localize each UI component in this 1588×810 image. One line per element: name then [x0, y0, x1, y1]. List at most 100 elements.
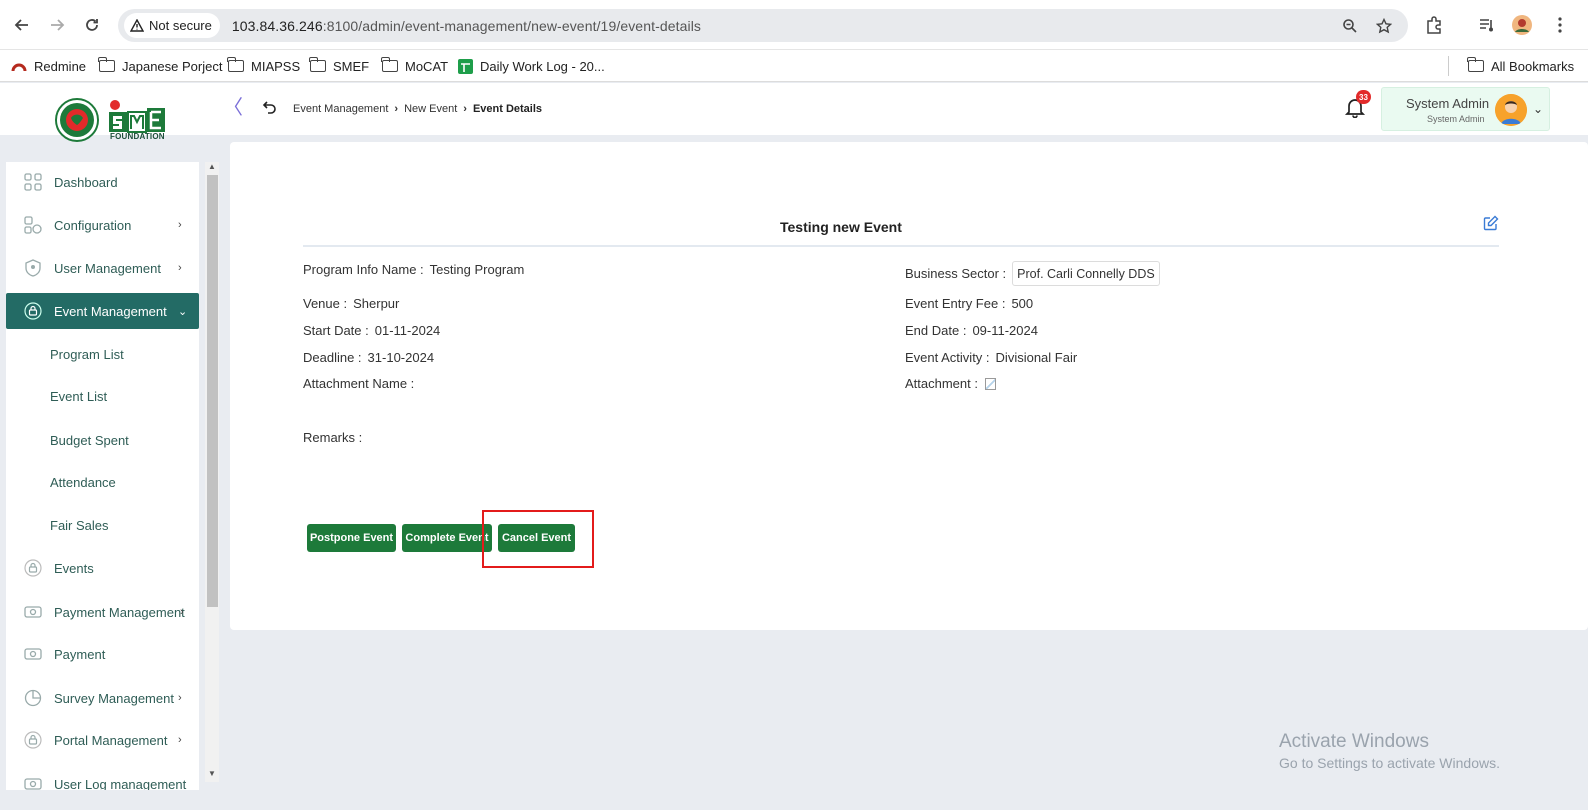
money-icon — [24, 606, 42, 618]
sidebar-item-user-management[interactable]: User Management › — [6, 250, 199, 286]
sme-foundation-logo: FOUNDATION — [55, 96, 170, 144]
redmine-icon — [11, 63, 27, 72]
chevron-right-icon: › — [178, 734, 182, 746]
breadcrumb-new-event[interactable]: New Event — [404, 103, 457, 115]
attachment-field: Attachment : — [905, 376, 996, 391]
attachment-name-field: Attachment Name : — [303, 376, 415, 391]
user-name: System Admin — [1406, 96, 1490, 111]
business-sector-value: Prof. Carli Connelly DDS — [1012, 261, 1160, 286]
user-menu[interactable]: System Admin System Admin ⌄ — [1381, 87, 1550, 131]
user-role: System Admin — [1427, 114, 1485, 124]
folder-icon — [1467, 57, 1484, 72]
extensions-icon[interactable] — [1424, 15, 1444, 35]
deadline-value: 31-10-2024 — [367, 350, 435, 365]
sidebar: Dashboard Configuration › User Managemen… — [6, 162, 199, 790]
security-chip[interactable]: Not secure — [124, 13, 220, 38]
lock-icon — [24, 302, 42, 320]
folder-icon — [227, 57, 244, 72]
breadcrumb-event-details: Event Details — [472, 103, 543, 115]
forward-arrow-icon[interactable] — [45, 13, 69, 37]
sidebar-item-configuration[interactable]: Configuration › — [6, 207, 199, 243]
url-text: 103.84.36.246:8100/admin/event-managemen… — [231, 17, 702, 34]
complete-event-button[interactable]: Complete Event — [402, 524, 492, 552]
sidebar-subitem-attendance[interactable]: Attendance — [50, 475, 116, 490]
sidebar-subitem-program-list[interactable]: Program List — [50, 347, 124, 362]
sidebar-item-survey-management[interactable]: Survey Management › — [6, 680, 199, 716]
venue-value: Sherpur — [353, 296, 400, 311]
chevron-down-icon: ⌄ — [178, 305, 188, 318]
browser-menu-icon[interactable] — [1550, 15, 1570, 35]
money-icon — [24, 778, 42, 790]
profile-avatar-icon[interactable] — [1512, 15, 1532, 35]
business-sector-field: Business Sector : Prof. Carli Connelly D… — [905, 261, 1160, 286]
chevron-right-icon: › — [180, 606, 184, 618]
deadline-field: Deadline : 31-10-2024 — [303, 350, 435, 365]
breadcrumb-separator-icon: › — [463, 103, 467, 115]
sidebar-item-portal-management[interactable]: Portal Management › — [6, 722, 199, 758]
windows-watermark-title: Activate Windows — [1279, 731, 1429, 752]
breadcrumb: Event Management › New Event › Event Det… — [293, 102, 542, 116]
sidebar-subitem-budget-spent[interactable]: Budget Spent — [50, 433, 129, 448]
chevron-right-icon: › — [178, 262, 182, 274]
windows-watermark-subtitle: Go to Settings to activate Windows. — [1279, 755, 1500, 771]
shield-icon — [25, 259, 41, 277]
sidebar-subitem-fair-sales[interactable]: Fair Sales — [50, 518, 109, 533]
bookmark-redmine[interactable]: Redmine — [11, 55, 86, 77]
money-icon — [24, 648, 42, 660]
lock-icon — [24, 559, 42, 577]
bookmark-star-icon[interactable] — [1375, 17, 1393, 35]
sidebar-item-payment-management[interactable]: Payment Management › — [6, 594, 199, 630]
scroll-up-icon[interactable]: ▲ — [208, 162, 216, 171]
event-title: Testing new Event — [780, 219, 902, 235]
end-date-field: End Date : 09-11-2024 — [905, 323, 1038, 338]
breadcrumb-event-management[interactable]: Event Management — [293, 103, 388, 115]
scroll-down-icon[interactable]: ▼ — [208, 769, 216, 778]
address-bar[interactable]: Not secure 103.84.36.246:8100/admin/even… — [118, 9, 1408, 42]
folder-icon — [381, 57, 398, 72]
sidebar-item-payment[interactable]: Payment — [6, 636, 199, 672]
program-info-value: Testing Program — [429, 262, 525, 277]
bookmark-mocat[interactable]: MoCAT — [381, 55, 448, 77]
bookmark-smef[interactable]: SMEF — [309, 55, 369, 77]
back-arrow-icon[interactable] — [10, 13, 34, 37]
entry-fee-value: 500 — [1011, 296, 1034, 311]
media-controls-icon[interactable] — [1477, 15, 1497, 35]
sidebar-collapse-icon[interactable]: 〈 — [223, 98, 243, 118]
bookmark-miapss[interactable]: MIAPSS — [227, 55, 300, 77]
bookmarks-bar: Redmine Japanese Porject MIAPSS SMEF MoC… — [0, 50, 1588, 82]
bookmarks-divider — [1448, 56, 1449, 76]
sidebar-scrollbar-thumb[interactable] — [207, 175, 218, 607]
broken-image-icon[interactable] — [984, 377, 996, 390]
reload-icon[interactable] — [80, 13, 104, 37]
config-icon — [24, 216, 42, 234]
chevron-right-icon: › — [178, 692, 182, 704]
event-activity-value: Divisional Fair — [995, 350, 1078, 365]
chevron-right-icon: › — [178, 219, 182, 231]
sidebar-item-events[interactable]: Events — [6, 550, 199, 586]
sidebar-item-user-log-management[interactable]: User Log management — [6, 766, 199, 790]
bookmark-japanese-porject[interactable]: Japanese Porject — [98, 55, 222, 77]
title-divider — [303, 245, 1499, 247]
end-date-value: 09-11-2024 — [972, 323, 1038, 338]
zoom-icon[interactable] — [1341, 17, 1359, 35]
event-activity-field: Event Activity : Divisional Fair — [905, 350, 1078, 365]
sidebar-item-event-management[interactable]: Event Management ⌄ — [6, 293, 199, 329]
grid-icon — [24, 173, 42, 191]
folder-icon — [98, 57, 115, 72]
bookmark-daily-work-log[interactable]: Daily Work Log - 20... — [458, 55, 605, 77]
highlight-annotation — [482, 510, 594, 568]
start-date-value: 01-11-2024 — [374, 323, 441, 338]
folder-icon — [309, 57, 326, 72]
sidebar-subitem-event-list[interactable]: Event List — [50, 389, 107, 404]
sidebar-item-dashboard[interactable]: Dashboard — [6, 164, 199, 200]
back-icon[interactable] — [262, 99, 278, 115]
entry-fee-field: Event Entry Fee : 500 — [905, 296, 1034, 311]
logo-caption: FOUNDATION — [110, 132, 165, 141]
start-date-field: Start Date : 01-11-2024 — [303, 323, 441, 338]
all-bookmarks[interactable]: All Bookmarks — [1467, 55, 1574, 77]
browser-toolbar: Not secure 103.84.36.246:8100/admin/even… — [0, 0, 1588, 50]
venue-field: Venue : Sherpur — [303, 296, 400, 311]
edit-icon[interactable] — [1483, 215, 1499, 231]
postpone-event-button[interactable]: Postpone Event — [307, 524, 396, 552]
remarks-field: Remarks : — [303, 430, 363, 445]
